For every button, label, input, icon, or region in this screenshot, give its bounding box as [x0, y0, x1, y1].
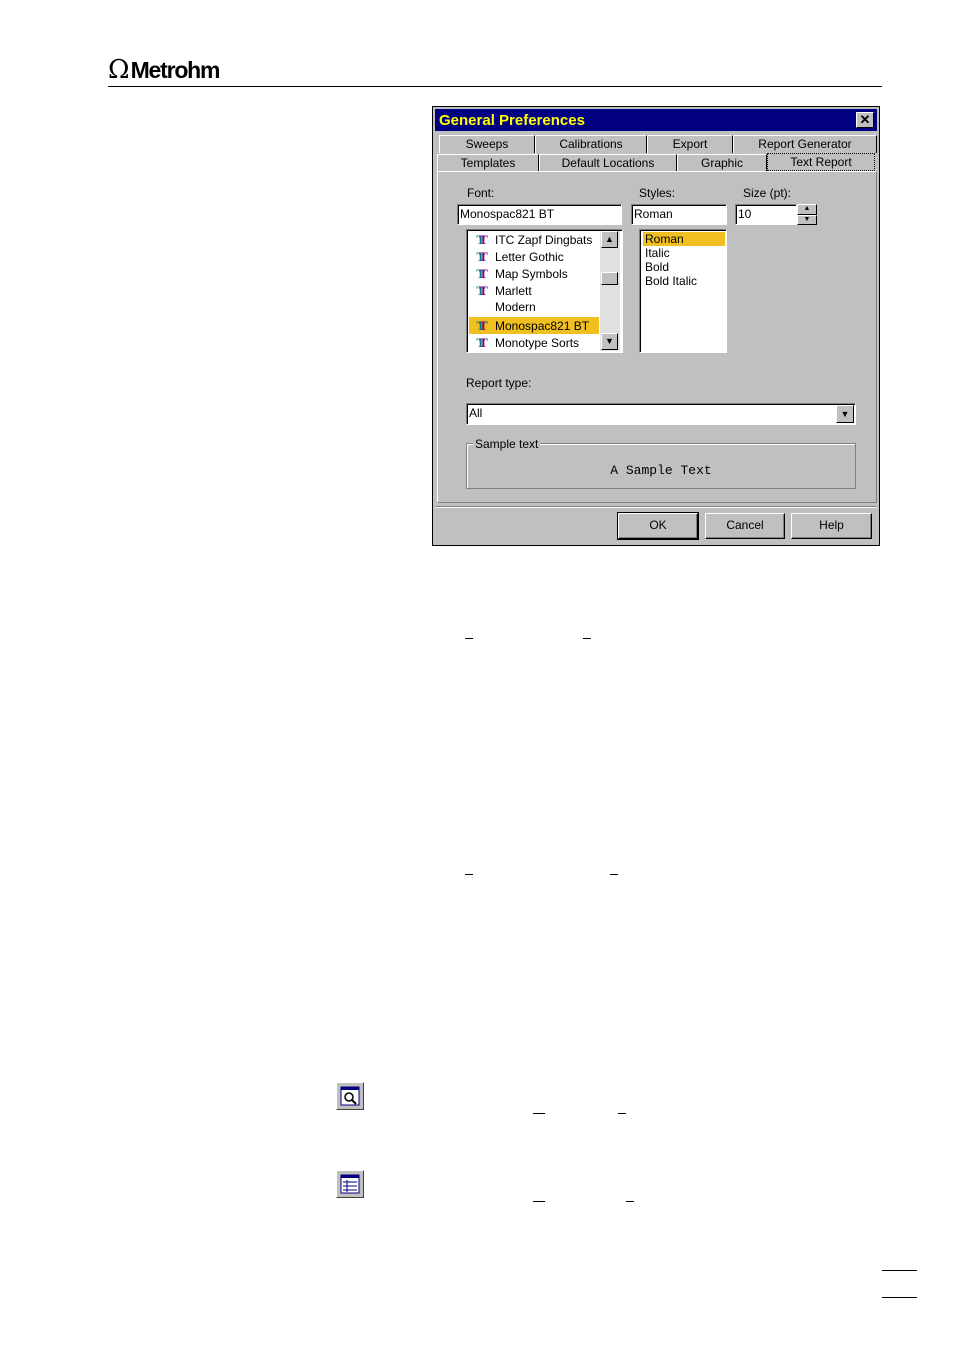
font-input[interactable]: Monospac821 BT: [457, 204, 622, 225]
font-list-item[interactable]: TT Marlett: [469, 282, 599, 299]
report-type-select[interactable]: All ▼: [466, 403, 856, 425]
header-rule: [108, 86, 882, 87]
underline-mark: [618, 1113, 626, 1114]
size-label: Size (pt):: [743, 186, 792, 200]
style-list-item-selected[interactable]: Roman: [643, 232, 725, 246]
dialog-title: General Preferences: [439, 112, 585, 129]
truetype-icon: TT: [476, 335, 488, 350]
page-number-rule: [882, 1297, 917, 1298]
style-list[interactable]: Roman Italic Bold Bold Italic: [639, 229, 727, 353]
font-list-scrollbar[interactable]: ▲ ▼: [600, 231, 620, 351]
report-type-value: All: [469, 406, 483, 420]
general-preferences-dialog: General Preferences ✕ Sweeps Calibration…: [432, 106, 880, 546]
underline-mark: [533, 1113, 545, 1114]
styles-label: Styles:: [639, 186, 676, 200]
font-list[interactable]: TT ITC Zapf Dingbats TT Letter Gothic TT Ma…: [466, 229, 623, 353]
font-list-item[interactable]: Modern: [469, 299, 599, 316]
metrohm-logo: Ω Metrohm: [108, 55, 221, 85]
font-label: Font:: [467, 186, 495, 200]
truetype-icon: TT: [476, 318, 488, 333]
truetype-icon: TT: [476, 266, 488, 281]
font-list-item-selected[interactable]: TT Monospac821 BT: [469, 317, 599, 334]
style-input[interactable]: Roman: [631, 204, 727, 225]
truetype-icon: TT: [476, 283, 488, 298]
style-list-item[interactable]: Bold: [643, 260, 725, 274]
dialog-titlebar[interactable]: General Preferences ✕: [435, 109, 877, 131]
tab-sweeps[interactable]: Sweeps: [439, 135, 535, 153]
tab-calibrations[interactable]: Calibrations: [535, 135, 647, 153]
scroll-down-icon[interactable]: ▼: [601, 333, 618, 350]
underline-mark: [583, 638, 591, 639]
scroll-thumb[interactable]: [601, 272, 618, 285]
size-spinner[interactable]: ▲ ▼: [797, 204, 817, 225]
underline-mark: [465, 874, 473, 875]
underline-mark: [533, 1201, 545, 1202]
underline-mark: [626, 1201, 634, 1202]
spin-up-icon[interactable]: ▲: [797, 204, 817, 215]
truetype-icon: TT: [476, 232, 488, 247]
font-list-item[interactable]: TT Monotype Sorts: [469, 334, 599, 351]
omega-logo-icon: Ω: [108, 55, 130, 85]
cancel-button[interactable]: Cancel: [705, 513, 785, 539]
close-button[interactable]: ✕: [856, 112, 874, 128]
tab-templates[interactable]: Templates: [437, 154, 539, 172]
tab-text-report[interactable]: Text Report: [767, 153, 875, 171]
truetype-icon: TT: [476, 249, 488, 264]
sample-text-preview: A Sample Text: [610, 463, 712, 478]
font-list-item[interactable]: TT Letter Gothic: [469, 248, 599, 265]
zoom-window-icon[interactable]: [336, 1082, 364, 1110]
size-input[interactable]: 10: [735, 204, 797, 225]
sample-text-group-label: Sample text: [473, 437, 541, 451]
report-type-label: Report type:: [466, 376, 532, 390]
style-list-item[interactable]: Italic: [643, 246, 725, 260]
scroll-up-icon[interactable]: ▲: [601, 231, 618, 248]
ok-button[interactable]: OK: [617, 512, 699, 540]
tab-default-locations[interactable]: Default Locations: [539, 154, 677, 172]
underline-mark: [465, 638, 473, 639]
font-list-item[interactable]: TT ITC Zapf Dingbats: [469, 231, 599, 248]
table-window-icon[interactable]: [336, 1170, 364, 1198]
font-list-item[interactable]: TT Map Symbols: [469, 265, 599, 282]
underline-mark: [610, 874, 618, 875]
dialog-separator: [435, 506, 877, 508]
page-number-rule: [882, 1270, 917, 1271]
tab-graphic[interactable]: Graphic: [677, 154, 767, 172]
chevron-down-icon[interactable]: ▼: [836, 405, 854, 423]
tab-report-generator[interactable]: Report Generator: [733, 135, 877, 153]
logo-text: Metrohm: [130, 56, 221, 83]
spin-down-icon[interactable]: ▼: [797, 215, 817, 225]
style-list-item[interactable]: Bold Italic: [643, 274, 725, 288]
help-button[interactable]: Help: [791, 513, 872, 539]
tab-export[interactable]: Export: [647, 135, 733, 153]
